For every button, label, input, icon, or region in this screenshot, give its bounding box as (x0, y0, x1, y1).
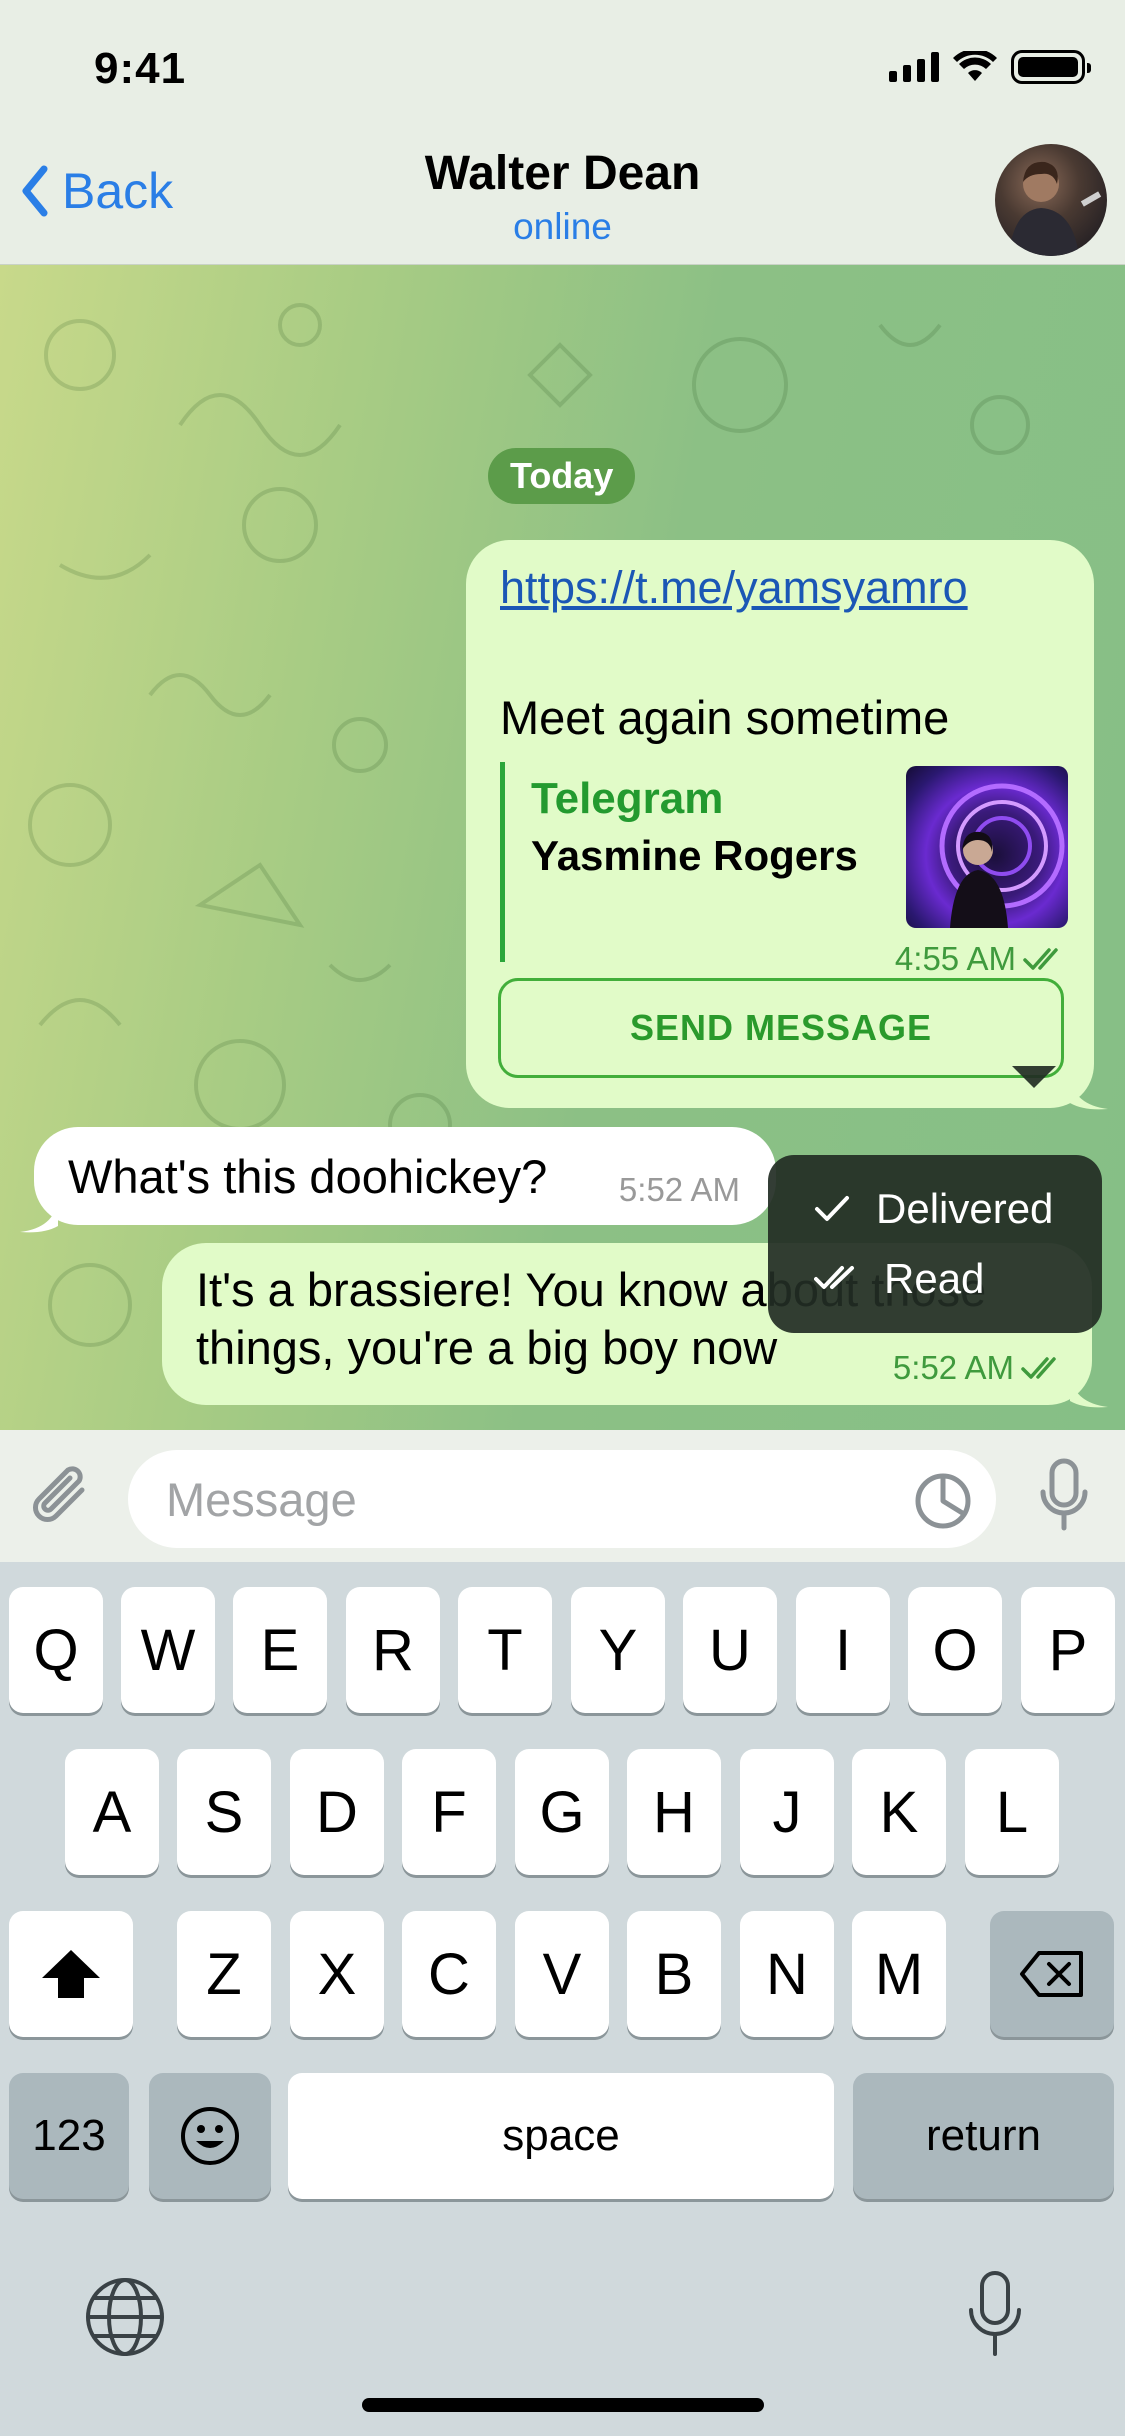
delete-key[interactable] (990, 1911, 1114, 2037)
key-g[interactable]: G (515, 1749, 609, 1875)
incoming-message[interactable]: What's this doohickey? 5:52 AM (34, 1127, 776, 1225)
link-preview-site: Telegram (531, 774, 724, 823)
key-z[interactable]: Z (177, 1911, 271, 2037)
message-input[interactable] (166, 1450, 906, 1548)
key-y[interactable]: Y (571, 1587, 665, 1713)
key-t[interactable]: T (458, 1587, 552, 1713)
key-u[interactable]: U (683, 1587, 777, 1713)
key-i[interactable]: I (796, 1587, 890, 1713)
key-n[interactable]: N (740, 1911, 834, 2037)
contact-status: online (513, 206, 612, 247)
key-k[interactable]: K (852, 1749, 946, 1875)
link-preview-thumbnail (906, 766, 1068, 928)
key-v[interactable]: V (515, 1911, 609, 2037)
key-j[interactable]: J (740, 1749, 834, 1875)
space-key[interactable]: space (288, 2073, 834, 2199)
contact-name[interactable]: Walter Dean (0, 146, 1125, 201)
backspace-icon (1020, 1951, 1083, 1997)
key-e[interactable]: E (233, 1587, 327, 1713)
key-q[interactable]: Q (9, 1587, 103, 1713)
key-f[interactable]: F (402, 1749, 496, 1875)
message-text: Meet again sometime (500, 691, 950, 744)
emoji-key[interactable] (149, 2073, 271, 2199)
bubble-tail (20, 1200, 58, 1233)
attach-paperclip-icon[interactable] (30, 1462, 96, 1532)
sticker-icon[interactable] (914, 1472, 972, 1530)
message-input-bar (0, 1430, 1125, 1562)
shift-key[interactable] (9, 1911, 133, 2037)
globe-icon[interactable] (84, 2276, 166, 2358)
key-d[interactable]: D (290, 1749, 384, 1875)
emoji-icon (181, 2107, 239, 2165)
shift-arrow-icon (42, 1950, 100, 1998)
microphone-icon[interactable] (1039, 1458, 1089, 1534)
key-c[interactable]: C (402, 1911, 496, 2037)
read-checkmarks-icon (1021, 1357, 1056, 1379)
bubble-tail (1070, 1077, 1108, 1110)
message-time: 4:55 AM (895, 940, 1068, 978)
dictation-microphone-icon[interactable] (966, 2270, 1024, 2358)
key-a[interactable]: A (65, 1749, 159, 1875)
outgoing-message-link[interactable]: https://t.me/yamsyamro Meet again someti… (466, 540, 1094, 1108)
key-r[interactable]: R (346, 1587, 440, 1713)
message-field[interactable] (128, 1450, 996, 1548)
link-preview[interactable]: Telegram Yasmine Rogers (500, 762, 1068, 962)
key-o[interactable]: O (908, 1587, 1002, 1713)
key-m[interactable]: M (852, 1911, 946, 2037)
bubble-tail (1070, 1375, 1108, 1408)
message-link[interactable]: https://t.me/yamsyamro (500, 562, 968, 614)
status-icons (889, 50, 1091, 84)
message-time: 5:52 AM (618, 1171, 740, 1208)
message-status-popup: Delivered Read (768, 1155, 1102, 1333)
home-indicator[interactable] (362, 2398, 764, 2412)
send-message-button[interactable]: SEND MESSAGE (498, 978, 1064, 1078)
cellular-signal-icon (889, 52, 939, 82)
numbers-key[interactable]: 123 (9, 2073, 129, 2199)
key-s[interactable]: S (177, 1749, 271, 1875)
top-bar: 9:41 Back Walter Dean online (0, 0, 1125, 265)
return-key[interactable]: return (853, 2073, 1114, 2199)
message-time: 5:52 AM (893, 1349, 1066, 1387)
read-checkmarks-icon (1023, 948, 1058, 970)
message-text: What's this doohickey? (68, 1150, 548, 1203)
popup-pointer (1012, 1066, 1056, 1088)
date-separator: Today (488, 448, 636, 504)
link-preview-title: Yasmine Rogers (531, 832, 858, 879)
key-x[interactable]: X (290, 1911, 384, 2037)
key-w[interactable]: W (121, 1587, 215, 1713)
double-check-icon (814, 1266, 854, 1289)
key-l[interactable]: L (965, 1749, 1059, 1875)
key-b[interactable]: B (627, 1911, 721, 2037)
key-p[interactable]: P (1021, 1587, 1115, 1713)
battery-icon (1011, 50, 1091, 84)
avatar[interactable] (995, 144, 1107, 256)
chat-area[interactable]: Today https://t.me/yamsyamro Meet again … (0, 265, 1125, 1430)
wifi-icon (953, 51, 997, 81)
status-read: Read (814, 1255, 984, 1303)
key-h[interactable]: H (627, 1749, 721, 1875)
check-icon (815, 1196, 849, 1221)
status-time: 9:41 (94, 44, 187, 93)
status-delivered: Delivered (814, 1185, 1053, 1233)
